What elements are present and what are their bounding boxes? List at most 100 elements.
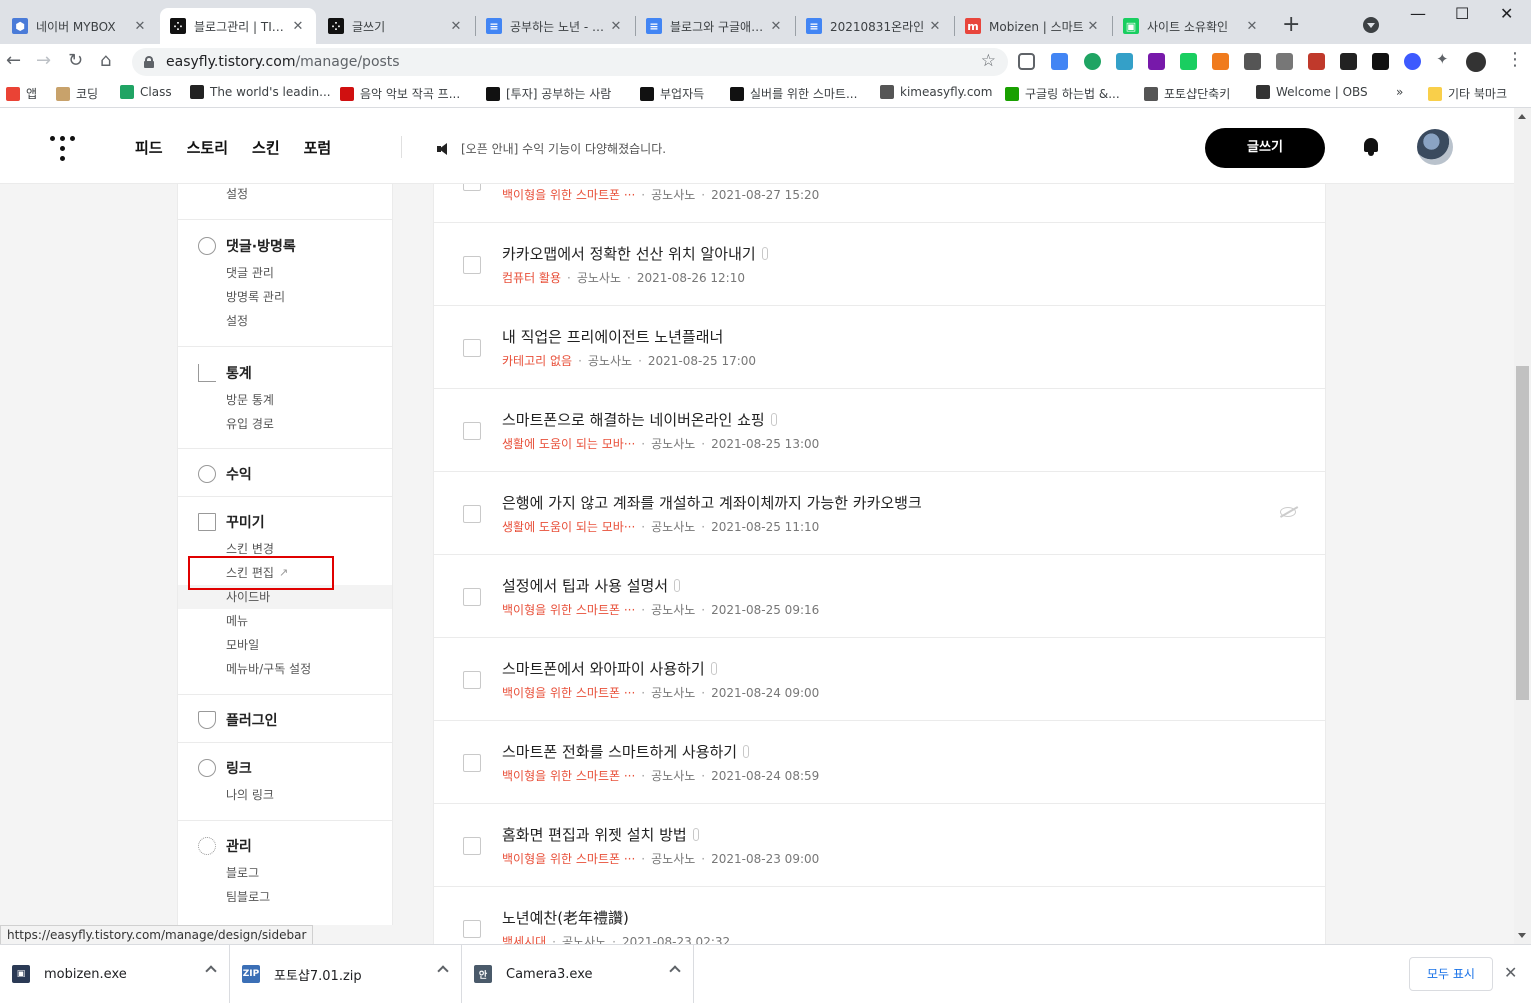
notification-bell-icon[interactable]: [1362, 138, 1380, 156]
show-all-downloads-button[interactable]: 모두 표시: [1409, 957, 1493, 991]
sidebar-heading-revenue[interactable]: 수익: [198, 464, 252, 484]
page-scrollbar[interactable]: [1514, 108, 1531, 944]
user-avatar[interactable]: [1417, 129, 1453, 165]
post-row[interactable]: 스마트폰 전화를 스마트하게 사용하기 백이형을 위한 스마트폰 ··· · 공노사노…: [434, 721, 1325, 804]
sidebar-heading-admin[interactable]: 관리: [198, 836, 252, 856]
post-row[interactable]: 백이형을 위한 스마트폰 ··· · 공노사노 · 2021-08-27 15:20: [434, 184, 1325, 223]
tab-close-icon[interactable]: ✕: [1244, 19, 1260, 34]
sidebar-item-referrer[interactable]: 유입 경로: [226, 415, 274, 432]
menu-kebab-icon[interactable]: ⋮: [1506, 49, 1524, 70]
browser-tab[interactable]: ⁘ 글쓰기 ✕: [318, 8, 474, 44]
sidebar-item-settings[interactable]: 설정: [226, 185, 248, 202]
sidebar-item-mobile[interactable]: 모바일: [226, 636, 259, 653]
sidebar-item-menu[interactable]: 메뉴: [226, 612, 248, 629]
tab-close-icon[interactable]: ✕: [290, 19, 306, 34]
tab-close-icon[interactable]: ✕: [448, 19, 464, 34]
post-category[interactable]: 백이형을 위한 스마트폰 ···: [502, 852, 635, 866]
bookmark-item[interactable]: 부업자득: [640, 85, 704, 102]
post-checkbox[interactable]: [463, 671, 481, 689]
tab-search-icon[interactable]: [1363, 17, 1379, 33]
chevron-up-icon[interactable]: [205, 965, 217, 977]
forward-arrow-icon[interactable]: →: [36, 50, 51, 71]
sidebar-item-comment-manage[interactable]: 댓글 관리: [226, 264, 274, 281]
extension-icon[interactable]: [1084, 53, 1101, 70]
post-title-link[interactable]: 노년예찬(老年禮讚): [502, 907, 629, 928]
post-checkbox[interactable]: [463, 256, 481, 274]
post-checkbox[interactable]: [463, 754, 481, 772]
extension-icon[interactable]: [1244, 53, 1261, 70]
post-title-link[interactable]: 카카오맵에서 정확한 선산 위치 알아내기: [502, 243, 768, 264]
browser-tab[interactable]: ≡ 공부하는 노년 - Google✕: [476, 8, 634, 44]
bookmark-item[interactable]: 음악 악보 작곡 프...: [340, 85, 460, 102]
nav-story[interactable]: 스토리: [187, 137, 228, 158]
maximize-icon[interactable]: ☐: [1455, 4, 1469, 23]
post-category[interactable]: 백이형을 위한 스마트폰 ···: [502, 603, 635, 617]
bookmark-item[interactable]: 코딩: [56, 85, 98, 102]
post-row[interactable]: 설정에서 팁과 사용 설명서 백이형을 위한 스마트폰 ··· · 공노사노 · 2021…: [434, 555, 1325, 638]
post-title-link[interactable]: 스마트폰으로 해결하는 네이버온라인 쇼핑: [502, 409, 777, 430]
browser-tab[interactable]: m Mobizen | 스마트 ✕: [955, 8, 1111, 44]
post-checkbox[interactable]: [463, 920, 481, 938]
tab-close-icon[interactable]: ✕: [1085, 19, 1101, 34]
post-checkbox[interactable]: [463, 339, 481, 357]
post-title-link[interactable]: 홈화면 편집과 위젯 설치 방법: [502, 824, 699, 845]
post-title-link[interactable]: 스마트폰 전화를 스마트하게 사용하기: [502, 741, 750, 762]
extension-icon[interactable]: [1212, 53, 1229, 70]
chevron-up-icon[interactable]: [669, 965, 681, 977]
chevron-up-icon[interactable]: [437, 965, 449, 977]
post-checkbox[interactable]: [463, 184, 481, 191]
post-category[interactable]: 백이형을 위한 스마트폰 ···: [502, 769, 635, 783]
pocket-extension-icon[interactable]: [1018, 53, 1035, 70]
post-row[interactable]: 노년예찬(老年禮讚) 백세시대 · 공노사노 · 2021-08-23 02:32: [434, 887, 1325, 944]
close-window-icon[interactable]: ✕: [1500, 4, 1513, 23]
post-category[interactable]: 생활에 도움이 되는 모바···: [502, 520, 635, 534]
sidebar-item-blog[interactable]: 블로그: [226, 864, 259, 881]
download-item[interactable]: ▣ mobizen.exe: [0, 945, 230, 1003]
post-checkbox[interactable]: [463, 588, 481, 606]
scroll-down-arrow-icon[interactable]: [1518, 933, 1526, 938]
sidebar-item-comment-settings[interactable]: 설정: [226, 312, 248, 329]
sidebar-heading-customize[interactable]: 꾸미기: [198, 512, 265, 532]
bookmark-item[interactable]: The world's leadin...: [190, 85, 331, 99]
tistory-logo-icon[interactable]: [50, 136, 76, 162]
tab-close-icon[interactable]: ✕: [608, 19, 624, 34]
sidebar-heading-plugins[interactable]: 플러그인: [198, 710, 278, 730]
sidebar-heading-links[interactable]: 링크: [198, 758, 252, 778]
profile-avatar-icon[interactable]: [1466, 52, 1486, 72]
home-icon[interactable]: ⌂: [100, 50, 111, 71]
bookmark-star-icon[interactable]: ☆: [981, 51, 996, 71]
post-title-link[interactable]: 내 직업은 프리에이전트 노년플래너: [502, 326, 723, 347]
post-category[interactable]: 생활에 도움이 되는 모바···: [502, 437, 635, 451]
extension-icon[interactable]: [1340, 53, 1357, 70]
post-checkbox[interactable]: [463, 422, 481, 440]
bookmark-item[interactable]: Welcome | OBS: [1256, 85, 1368, 99]
nav-skin[interactable]: 스킨: [252, 137, 280, 158]
post-row[interactable]: 은행에 가지 않고 계좌를 개설하고 계좌이체까지 가능한 카카오뱅크생활에 도…: [434, 472, 1325, 555]
post-row[interactable]: 스마트폰으로 해결하는 네이버온라인 쇼핑 생활에 도움이 되는 모바··· · 공노…: [434, 389, 1325, 472]
scrollbar-thumb[interactable]: [1516, 366, 1529, 700]
sidebar-heading-stats[interactable]: 통계: [198, 363, 252, 383]
sidebar-item-menubar-subscribe[interactable]: 메뉴바/구독 설정: [226, 660, 311, 677]
sidebar-item-sidebar[interactable]: 사이드바: [226, 588, 270, 605]
post-row[interactable]: 카카오맵에서 정확한 선산 위치 알아내기 컴퓨터 활용 · 공노사노 · 2021-08…: [434, 223, 1325, 306]
post-row[interactable]: 홈화면 편집과 위젯 설치 방법 백이형을 위한 스마트폰 ··· · 공노사노 · 20…: [434, 804, 1325, 887]
bookmark-item[interactable]: 구글링 하는법 &...: [1005, 85, 1120, 102]
notice-banner[interactable]: [오픈 안내] 수익 기능이 다양해졌습니다.: [437, 140, 666, 157]
ublock-extension-icon[interactable]: [1308, 53, 1325, 70]
download-item[interactable]: ZIP 포토샵7.01.zip: [230, 945, 462, 1003]
sidebar-item-my-links[interactable]: 나의 링크: [226, 786, 274, 803]
bookmark-item[interactable]: [투자] 공부하는 사람: [486, 85, 611, 102]
tab-close-icon[interactable]: ✕: [132, 19, 148, 34]
sidebar-heading-comments[interactable]: 댓글·방명록: [198, 236, 296, 256]
extension-icon[interactable]: [1404, 53, 1421, 70]
post-category[interactable]: 카테고리 없음: [502, 354, 572, 368]
scroll-up-arrow-icon[interactable]: [1518, 114, 1526, 119]
close-downloads-bar-icon[interactable]: ✕: [1504, 963, 1517, 982]
other-bookmarks-folder[interactable]: 기타 북마크: [1428, 85, 1507, 102]
post-category[interactable]: 백이형을 위한 스마트폰 ···: [502, 686, 635, 700]
reload-icon[interactable]: ↻: [68, 50, 83, 71]
post-title-link[interactable]: 은행에 가지 않고 계좌를 개설하고 계좌이체까지 가능한 카카오뱅크: [502, 492, 922, 513]
post-category[interactable]: 백이형을 위한 스마트폰 ···: [502, 188, 635, 202]
sidebar-item-visit-stats[interactable]: 방문 통계: [226, 391, 274, 408]
translate-extension-icon[interactable]: [1051, 53, 1068, 70]
